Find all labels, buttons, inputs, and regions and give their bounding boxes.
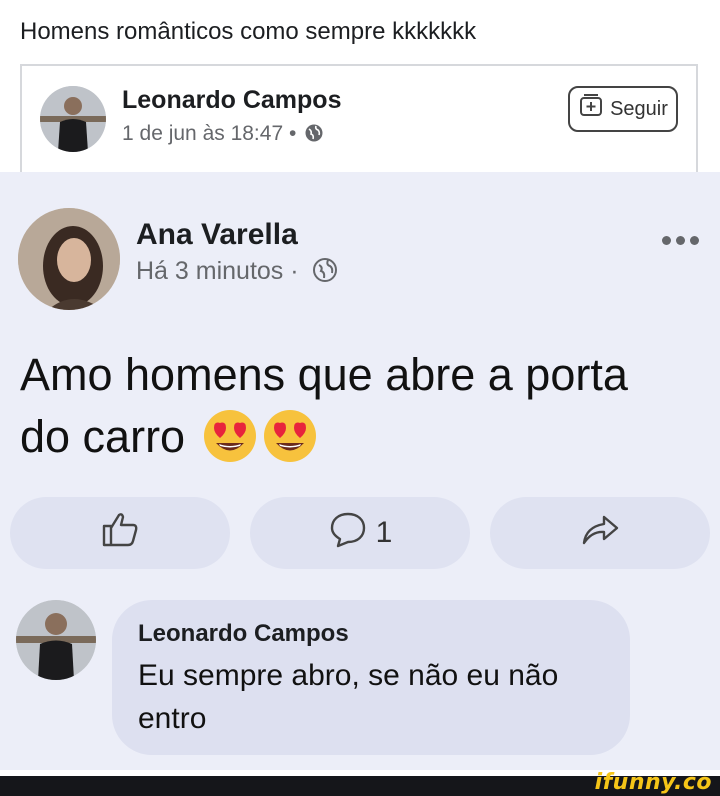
dot-icon xyxy=(662,236,671,245)
post-caption: Homens românticos como sempre kkkkkkk xyxy=(20,18,477,45)
dot-icon xyxy=(690,236,699,245)
avatar[interactable] xyxy=(40,86,106,152)
heart-eyes-emoji-icon xyxy=(202,408,258,480)
comment-count: 1 xyxy=(375,516,393,549)
globe-icon xyxy=(312,257,338,290)
original-post-timestamp: Há 3 minutos · xyxy=(136,257,338,290)
like-button[interactable] xyxy=(10,497,230,569)
follow-button[interactable]: Seguir xyxy=(568,86,678,132)
comment-button[interactable]: 1 xyxy=(250,497,470,569)
follow-label: Seguir xyxy=(610,97,668,120)
share-icon xyxy=(580,509,620,557)
follow-icon xyxy=(578,93,604,125)
original-post-author[interactable]: Ana Varella xyxy=(136,218,298,252)
comment-author[interactable]: Leonardo Campos xyxy=(138,620,606,648)
heart-eyes-emoji-icon xyxy=(262,408,318,480)
thumbs-up-icon xyxy=(100,509,140,557)
more-options-button[interactable] xyxy=(662,236,699,245)
share-button[interactable] xyxy=(490,497,710,569)
avatar[interactable] xyxy=(16,600,96,680)
footer-bar: ifunny.co xyxy=(0,770,720,796)
comment-bubble: Leonardo Campos Eu sempre abro, se não e… xyxy=(112,600,630,755)
shared-post-timestamp: 1 de jun às 18:47 • xyxy=(122,122,324,149)
comment-text: Eu sempre abro, se não eu não entro xyxy=(138,659,559,735)
avatar[interactable] xyxy=(18,208,120,310)
comment-icon xyxy=(328,509,368,557)
post-body: Amo homens que abre a porta do carro xyxy=(20,344,680,480)
globe-icon xyxy=(304,123,324,149)
watermark: ifunny.co xyxy=(594,770,712,795)
dot-icon xyxy=(676,236,685,245)
shared-post-author[interactable]: Leonardo Campos xyxy=(122,86,341,115)
